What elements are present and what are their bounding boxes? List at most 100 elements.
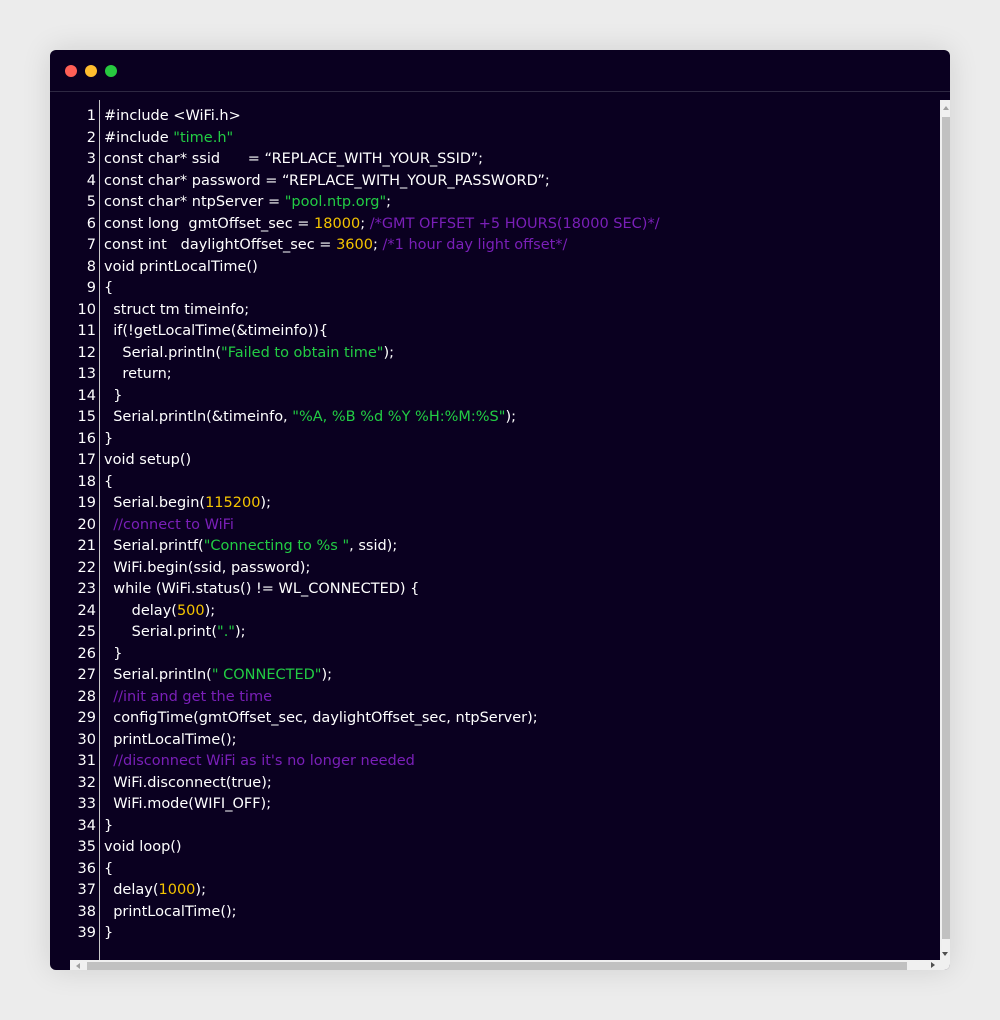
code-token: Serial.println(&timeinfo, <box>104 409 293 425</box>
code-line: 34} <box>50 816 660 838</box>
code-text: delay(1000); <box>96 880 206 902</box>
code-token: while (WiFi.status() != WL_CONNECTED) { <box>104 581 420 597</box>
code-token: printLocalTime(); <box>104 731 237 748</box>
code-token: delay( <box>104 882 159 898</box>
line-number: 14 <box>77 387 96 404</box>
code-token: if(!getLocalTime(&timeinfo)){ <box>104 323 329 339</box>
line-number: 35 <box>77 839 96 855</box>
code-text: Serial.println(&timeinfo, "%A, %B %d %Y … <box>96 407 516 429</box>
code-text: configTime(gmtOffset_sec, daylightOffset… <box>96 708 537 730</box>
line-number: 8 <box>86 258 96 275</box>
code-token: void loop() <box>104 839 182 855</box>
code-line: 18 { <box>50 472 660 494</box>
scroll-down-arrow-icon[interactable] <box>942 952 948 956</box>
code-token: struct tm timeinfo; <box>104 301 250 318</box>
comment: //connect to WiFi <box>113 516 234 533</box>
maximize-button[interactable] <box>105 65 117 77</box>
line-number: 12 <box>77 344 96 361</box>
code-text: #include "time.h" <box>96 128 233 150</box>
line-number: 11 <box>77 323 96 339</box>
line-number: 38 <box>77 903 96 920</box>
code-text: Serial.begin(115200); <box>96 493 271 515</box>
code-text: void printLocalTime() <box>96 257 258 279</box>
code-token: WiFi.begin(ssid, password); <box>104 559 311 576</box>
code-line: 11 if(!getLocalTime(&timeinfo)){ <box>50 321 660 343</box>
code-line: 9{ <box>50 278 660 300</box>
code-line: 22 WiFi.begin(ssid, password); <box>50 558 660 580</box>
scroll-left-arrow-icon[interactable] <box>76 963 80 969</box>
code-text: delay(500); <box>96 601 216 623</box>
vertical-scroll-thumb[interactable] <box>942 117 950 939</box>
comment: /*1 hour day light offset*/ <box>382 237 568 253</box>
code-line: 16} <box>50 429 660 451</box>
code-token: const int daylightOffset_sec = <box>104 237 337 253</box>
code-text: Serial.println("Failed to obtain time"); <box>96 343 394 365</box>
code-token: ); <box>505 409 516 425</box>
code-token: return; <box>104 366 172 382</box>
line-number: 5 <box>86 194 96 210</box>
scrollbar-corner <box>940 960 950 970</box>
line-number: 34 <box>77 817 96 834</box>
horizontal-scroll-thumb[interactable] <box>87 962 907 970</box>
code-line: 30 printLocalTime(); <box>50 730 660 752</box>
number-literal: 1000 <box>158 882 196 898</box>
horizontal-scrollbar[interactable] <box>70 960 940 970</box>
code-text: const char* password = “REPLACE_WITH_YOU… <box>96 171 550 193</box>
line-number: 21 <box>77 538 96 554</box>
code-text: void setup() <box>96 450 191 472</box>
line-number: 30 <box>77 731 96 748</box>
code-line: 35 void loop() <box>50 837 660 859</box>
code-line: 3 const char* ssid = “REPLACE_WITH_YOUR_S… <box>50 149 660 171</box>
line-number: 24 <box>77 602 96 619</box>
minimize-button[interactable] <box>85 65 97 77</box>
code-text: //disconnect WiFi as it's no longer need… <box>96 751 415 773</box>
line-number: 37 <box>77 882 96 898</box>
string-literal: "." <box>217 624 235 640</box>
code-lines: 1 #include <WiFi.h> 2 #include "time.h" 3 con… <box>50 106 660 945</box>
code-text: void loop() <box>96 837 182 859</box>
code-line: 2 #include "time.h" <box>50 128 660 150</box>
scroll-right-arrow-icon[interactable] <box>931 962 935 968</box>
code-token: printLocalTime(); <box>104 903 237 920</box>
number-literal: 18000 <box>314 215 361 232</box>
code-line: 26 } <box>50 644 660 666</box>
code-token: } <box>104 430 114 447</box>
code-line: 12 Serial.println("Failed to obtain time… <box>50 343 660 365</box>
line-number: 20 <box>77 516 96 533</box>
code-token: Serial.begin( <box>104 495 206 511</box>
code-token: ; <box>386 194 392 210</box>
code-text: } <box>96 644 122 666</box>
code-line: 21 Serial.printf("Connecting to %s ", ss… <box>50 536 660 558</box>
code-text: const long gmtOffset_sec = 18000; /*GMT … <box>96 214 660 236</box>
number-literal: 3600 <box>336 237 373 253</box>
scroll-up-arrow-icon[interactable] <box>943 106 949 110</box>
line-number: 2 <box>86 129 96 146</box>
code-text: } <box>96 386 122 408</box>
code-token: delay( <box>104 602 177 619</box>
code-token: Serial.println( <box>104 667 212 683</box>
code-line: 1 #include <WiFi.h> <box>50 106 660 128</box>
code-text: Serial.printf("Connecting to %s ", ssid)… <box>96 536 397 558</box>
code-text: struct tm timeinfo; <box>96 300 249 322</box>
line-number: 33 <box>77 796 96 812</box>
string-literal: "Failed to obtain time" <box>221 344 384 361</box>
line-number: 10 <box>77 301 96 318</box>
close-button[interactable] <box>65 65 77 77</box>
line-number: 36 <box>77 860 96 877</box>
code-token: { <box>104 860 114 877</box>
code-line: 8 void printLocalTime() <box>50 257 660 279</box>
code-line: 24 delay(500); <box>50 601 660 623</box>
code-editor[interactable]: 1 #include <WiFi.h> 2 #include "time.h" 3 con… <box>50 100 940 960</box>
code-line: 19 Serial.begin(115200); <box>50 493 660 515</box>
line-number: 29 <box>77 710 96 726</box>
vertical-scrollbar[interactable] <box>940 100 950 960</box>
code-token: } <box>104 925 114 941</box>
code-text: } <box>96 816 113 838</box>
line-number: 32 <box>77 774 96 791</box>
code-token: ); <box>195 882 206 898</box>
code-token: } <box>104 817 114 834</box>
code-text: return; <box>96 364 172 386</box>
code-token: { <box>104 473 114 490</box>
line-number: 28 <box>77 688 96 705</box>
code-line: 13 return; <box>50 364 660 386</box>
